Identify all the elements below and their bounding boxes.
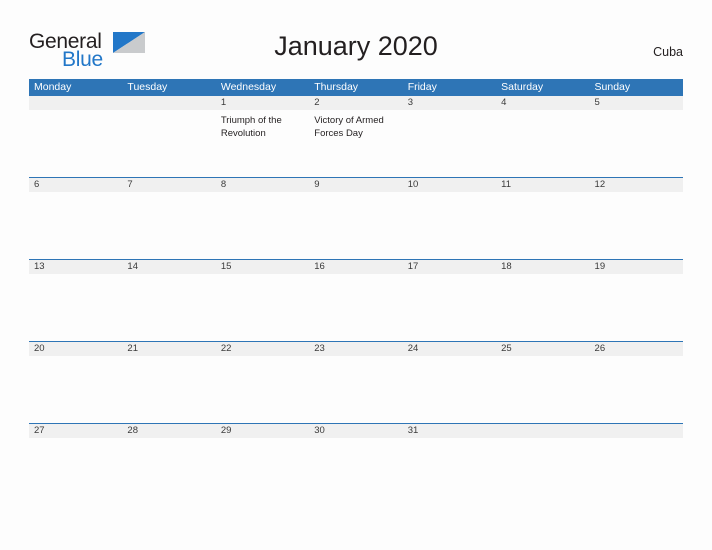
country-label: Cuba: [653, 45, 683, 59]
day-number[interactable]: 3: [403, 96, 496, 110]
day-number[interactable]: 24: [403, 342, 496, 356]
day-number[interactable]: 29: [216, 424, 309, 438]
day-event-text: [29, 438, 122, 505]
day-number[interactable]: 23: [309, 342, 402, 356]
day-event-text: [590, 274, 683, 341]
day-event-text: [122, 274, 215, 341]
weekday-header-tuesday: Tuesday: [127, 81, 168, 93]
day-number[interactable]: 11: [496, 178, 589, 192]
week-date-band: 20 21 22 23 24 25 26: [29, 342, 683, 356]
day-number: [496, 424, 589, 438]
day-number[interactable]: 8: [216, 178, 309, 192]
day-event-text: [403, 438, 496, 505]
day-event-text[interactable]: Triumph of the Revolution: [216, 110, 309, 177]
day-number[interactable]: 25: [496, 342, 589, 356]
day-number[interactable]: 6: [29, 178, 122, 192]
day-event-text: [496, 438, 589, 505]
day-event-text: [122, 356, 215, 423]
day-number[interactable]: 16: [309, 260, 402, 274]
day-event-text: [590, 356, 683, 423]
day-number[interactable]: 19: [590, 260, 683, 274]
day-number[interactable]: 21: [122, 342, 215, 356]
day-number[interactable]: 17: [403, 260, 496, 274]
day-event-text: [122, 110, 215, 177]
week-event-band: [29, 438, 683, 505]
calendar-week-row: 13 14 15 16 17 18 19: [29, 259, 683, 341]
day-number[interactable]: 10: [403, 178, 496, 192]
day-event-text: [590, 438, 683, 505]
day-event-text: [496, 110, 589, 177]
day-number: [122, 96, 215, 110]
day-event-text: [29, 274, 122, 341]
day-number[interactable]: 1: [216, 96, 309, 110]
day-event-text: [403, 192, 496, 259]
day-event-text: [122, 438, 215, 505]
calendar-weeks: 1 2 3 4 5 Triumph of the Revolution Victory of…: [29, 96, 683, 505]
weekday-header-monday: Monday: [34, 81, 72, 93]
day-event-text: [403, 356, 496, 423]
day-number[interactable]: 12: [590, 178, 683, 192]
day-number[interactable]: 7: [122, 178, 215, 192]
weekday-header-row: Monday Tuesday Wednesday Thursday Friday Satu…: [29, 79, 683, 96]
day-event-text: [216, 356, 309, 423]
day-number[interactable]: 15: [216, 260, 309, 274]
day-event-text[interactable]: Victory of Armed Forces Day: [309, 110, 402, 177]
day-number[interactable]: 26: [590, 342, 683, 356]
weekday-header-friday: Friday: [407, 81, 437, 93]
day-number[interactable]: 22: [216, 342, 309, 356]
calendar-week-row: 1 2 3 4 5 Triumph of the Revolution Victory of…: [29, 96, 683, 177]
day-event-text: [590, 192, 683, 259]
day-event-text: [216, 438, 309, 505]
calendar-grid: Monday Tuesday Wednesday Thursday Friday Satu…: [29, 79, 683, 505]
weekday-header-thursday: Thursday: [314, 81, 359, 93]
day-event-text: [29, 110, 122, 177]
week-event-band: [29, 274, 683, 341]
day-number: [29, 96, 122, 110]
week-event-band: [29, 356, 683, 423]
week-date-band: 13 14 15 16 17 18 19: [29, 260, 683, 274]
day-number[interactable]: 20: [29, 342, 122, 356]
day-event-text: [590, 110, 683, 177]
week-date-band: 6 7 8 9 10 11 12: [29, 178, 683, 192]
day-number: [590, 424, 683, 438]
day-event-text: [29, 192, 122, 259]
day-event-text: [216, 274, 309, 341]
day-event-text: [496, 274, 589, 341]
week-event-band: Triumph of the Revolution Victory of Arme…: [29, 110, 683, 177]
calendar-week-row: 27 28 29 30 31: [29, 423, 683, 505]
day-event-text: [309, 274, 402, 341]
day-number[interactable]: 31: [403, 424, 496, 438]
weekday-header-saturday: Saturday: [501, 81, 544, 93]
day-event-text: [309, 192, 402, 259]
weekday-header-sunday: Sunday: [594, 81, 631, 93]
day-event-text: [496, 192, 589, 259]
day-number[interactable]: 13: [29, 260, 122, 274]
day-number[interactable]: 27: [29, 424, 122, 438]
weekday-header-wednesday: Wednesday: [220, 81, 277, 93]
page-title: January 2020: [274, 31, 438, 61]
day-event-text: [309, 356, 402, 423]
calendar-week-row: 6 7 8 9 10 11 12: [29, 177, 683, 259]
day-number[interactable]: 2: [309, 96, 402, 110]
day-event-text: [403, 274, 496, 341]
day-number[interactable]: 4: [496, 96, 589, 110]
day-number[interactable]: 30: [309, 424, 402, 438]
day-event-text: [496, 356, 589, 423]
week-date-band: 27 28 29 30 31: [29, 424, 683, 438]
page-header: General Blue January 2020 Cuba: [0, 0, 712, 77]
day-event-text: [309, 438, 402, 505]
day-event-text: [29, 356, 122, 423]
calendar-week-row: 20 21 22 23 24 25 26: [29, 341, 683, 423]
day-number[interactable]: 28: [122, 424, 215, 438]
day-number[interactable]: 14: [122, 260, 215, 274]
day-number[interactable]: 5: [590, 96, 683, 110]
week-event-band: [29, 192, 683, 259]
day-number[interactable]: 18: [496, 260, 589, 274]
day-event-text: [122, 192, 215, 259]
day-event-text: [216, 192, 309, 259]
day-number[interactable]: 9: [309, 178, 402, 192]
day-event-text: [403, 110, 496, 177]
week-date-band: 12345: [29, 96, 683, 110]
